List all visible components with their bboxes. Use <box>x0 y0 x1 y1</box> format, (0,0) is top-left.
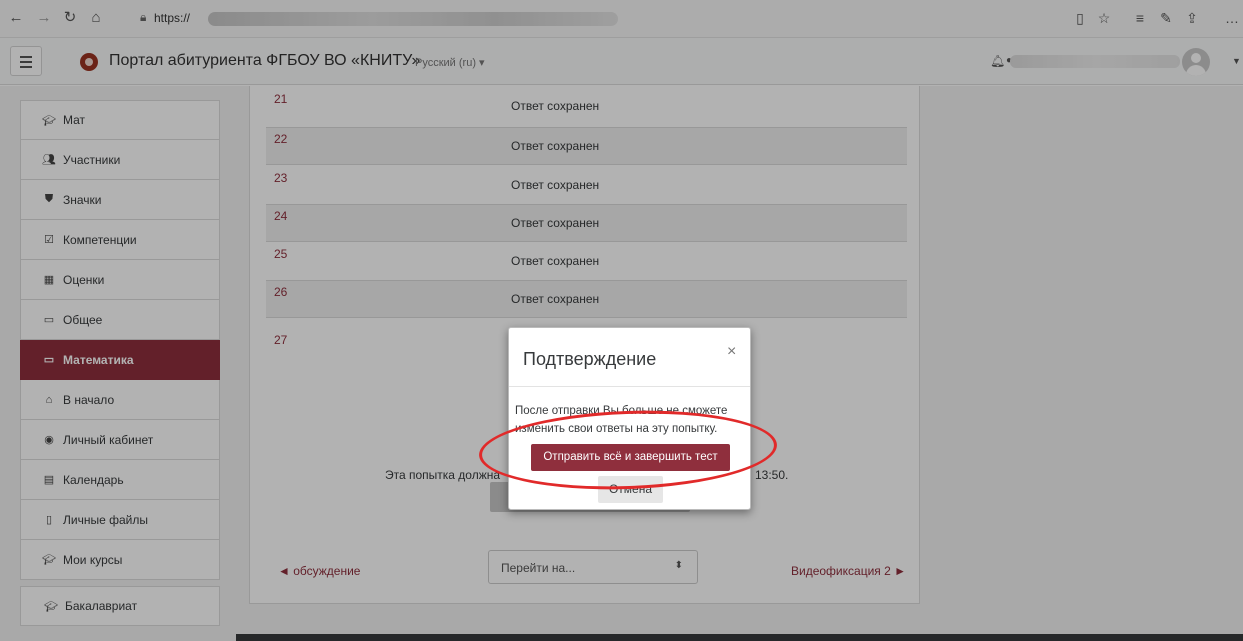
close-icon[interactable]: × <box>727 344 736 360</box>
dialog-title: Подтверждение <box>523 349 657 369</box>
dialog-divider <box>509 386 750 387</box>
modal-backdrop[interactable] <box>0 0 1243 641</box>
